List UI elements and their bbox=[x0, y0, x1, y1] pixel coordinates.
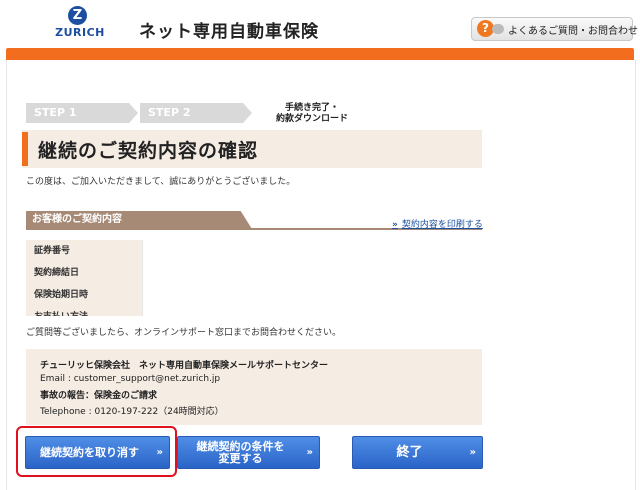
zurich-logo-mark: Z bbox=[68, 6, 87, 25]
step-1-indicator: STEP 1 bbox=[26, 103, 138, 123]
page-title: 継続のご契約内容の確認 bbox=[38, 140, 259, 162]
page-title-box: 継続のご契約内容の確認 bbox=[22, 130, 482, 168]
step-2-indicator: STEP 2 bbox=[140, 103, 252, 123]
double-chevron-icon: » bbox=[469, 447, 476, 458]
print-contract-label: 契約内容を印刷する bbox=[401, 220, 483, 230]
row-label: 証券番号 bbox=[26, 240, 142, 262]
finish-label: 終了 bbox=[396, 444, 423, 460]
change-conditions-line1: 継続契約の条件を bbox=[196, 439, 285, 453]
double-chevron-icon: » bbox=[392, 220, 398, 230]
row-label: 契約締結日 bbox=[26, 262, 142, 284]
row-value bbox=[142, 284, 482, 306]
table-row: 証券番号 bbox=[26, 240, 482, 263]
change-conditions-button[interactable]: 継続契約の条件を 変更する » bbox=[177, 436, 320, 469]
row-label: お支払い方法 bbox=[26, 306, 142, 316]
row-value bbox=[142, 240, 482, 262]
double-chevron-icon: » bbox=[306, 447, 313, 458]
step-3-line1: 手続き完了・ bbox=[284, 103, 339, 113]
row-label: 保険始期日時 bbox=[26, 284, 142, 306]
change-conditions-line2: 変更する bbox=[218, 451, 263, 465]
change-conditions-label: 継続契約の条件を 変更する bbox=[178, 437, 303, 468]
print-contract-link[interactable]: » 契約内容を印刷する bbox=[392, 217, 483, 230]
orange-header-bar bbox=[6, 48, 634, 60]
support-info-box: チューリッヒ保険会社 ネット専用自動車保険メールサポートセンター Email :… bbox=[26, 349, 482, 425]
inquiry-message: ご質問等ございましたら、オンラインサポート窓口までお問合わせください。 bbox=[26, 328, 342, 338]
faq-contact-button[interactable]: ? よくあるご質問・お問合わせ bbox=[471, 17, 638, 41]
support-center-name: チューリッヒ保険会社 ネット専用自動車保険メールサポートセンター bbox=[40, 361, 329, 371]
finish-button[interactable]: 終了 » bbox=[352, 436, 483, 469]
support-phone: Telephone : 0120-197-222（24時間対応） bbox=[40, 407, 224, 417]
toggle-icon bbox=[492, 24, 504, 34]
site-title: ネット専用自動車保険 bbox=[139, 22, 319, 42]
title-accent-bar bbox=[22, 132, 28, 166]
row-value bbox=[142, 306, 482, 316]
cancel-renewal-button[interactable]: 継続契約を取り消す » bbox=[25, 436, 170, 469]
row-value bbox=[142, 262, 482, 284]
accident-report: 事故の報告：保険金のご請求 bbox=[40, 391, 158, 401]
faq-contact-label: よくあるご質問・お問合わせ bbox=[508, 26, 638, 37]
table-row: 契約締結日 bbox=[26, 262, 482, 285]
support-email: Email : customer_support@net.zurich.jp bbox=[40, 374, 221, 384]
double-chevron-icon: » bbox=[156, 447, 163, 458]
step-3-line2: 約款ダウンロード bbox=[275, 114, 348, 124]
table-row: お支払い方法 bbox=[26, 306, 482, 316]
zurich-logo: Z ZURICH bbox=[48, 6, 112, 42]
thanks-message: この度は、ご加入いただきまして、誠にありがとうございました。 bbox=[26, 177, 296, 187]
contract-table: 証券番号 契約締結日 保険始期日時 お支払い方法 bbox=[26, 240, 482, 316]
table-row: 保険始期日時 bbox=[26, 284, 482, 307]
step-3-indicator: 手続き完了・ 約款ダウンロード bbox=[262, 103, 362, 125]
contract-section-header: お客様のご契約内容 bbox=[26, 211, 252, 229]
cancel-renewal-label: 継続契約を取り消す bbox=[40, 445, 139, 459]
zurich-logo-text: ZURICH bbox=[55, 26, 105, 39]
